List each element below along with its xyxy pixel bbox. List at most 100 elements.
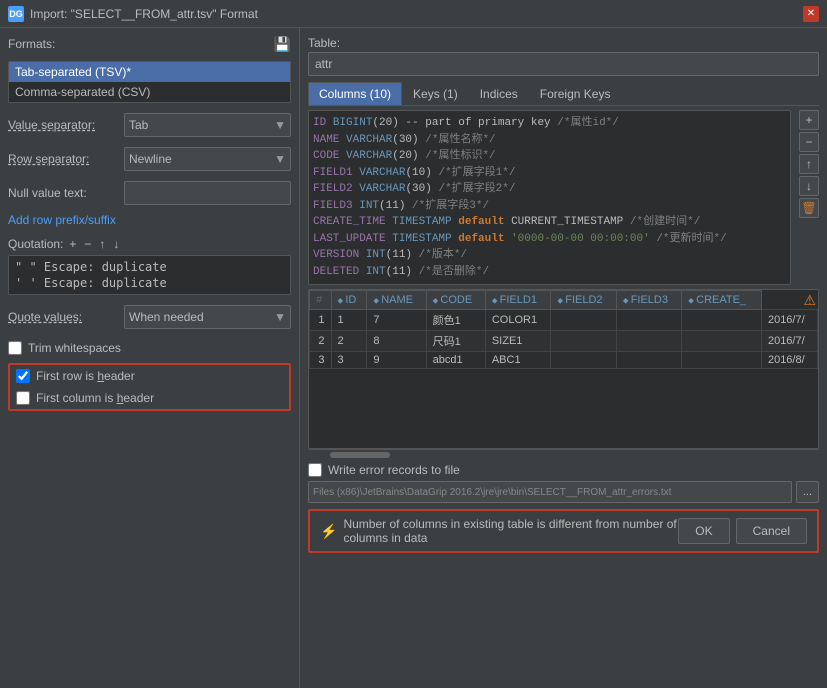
title-bar-left: DG Import: "SELECT__FROM_attr.tsv" Forma… (8, 6, 258, 22)
quotation-header: Quotation: + − ↑ ↓ (8, 237, 291, 251)
sql-line: CODE VARCHAR(20) /*属性标识*/ (313, 148, 786, 165)
format-item-tsv[interactable]: Tab-separated (TSV)* (9, 62, 290, 82)
first-column-header-label: First column is header (36, 391, 154, 405)
trim-whitespaces-row: Trim whitespaces (8, 339, 291, 357)
move-down-btn[interactable]: ↓ (799, 176, 819, 196)
move-up-btn[interactable]: ↑ (799, 154, 819, 174)
table-header: ⬥ FIELD3 (616, 291, 681, 310)
sql-editor-area: ID BIGINT(20) -- part of primary key /*属… (308, 110, 819, 285)
scrollbar-thumb[interactable] (330, 452, 390, 458)
row-separator-arrow: ▼ (274, 152, 286, 166)
delete-column-btn[interactable]: 🗑 (799, 198, 819, 218)
sql-line: FIELD3 INT(11) /*扩展字段3*/ (313, 198, 786, 215)
formats-header: Formats: 💾 (8, 36, 291, 53)
row-separator-select[interactable]: Newline ▼ (124, 147, 291, 171)
format-item-csv[interactable]: Comma-separated (CSV) (9, 82, 290, 102)
left-panel: Formats: 💾 Tab-separated (TSV)* Comma-se… (0, 28, 300, 688)
table-cell: 1 (331, 310, 367, 331)
table-cell: 3 (331, 352, 367, 369)
write-error-label: Write error records to file (328, 463, 460, 477)
quotation-down-btn[interactable]: ↓ (111, 237, 121, 251)
bottom-section: Write error records to file ... ⚡ Number… (308, 463, 819, 553)
write-error-checkbox[interactable] (308, 463, 322, 477)
trim-whitespaces-checkbox[interactable] (8, 341, 22, 355)
sql-line: CREATE_TIME TIMESTAMP default CURRENT_TI… (313, 214, 786, 231)
null-value-input[interactable] (124, 181, 291, 205)
error-file-input[interactable] (308, 481, 792, 503)
window-title: Import: "SELECT__FROM_attr.tsv" Format (30, 7, 258, 21)
formats-label: Formats: (8, 37, 55, 51)
table-cell (682, 310, 762, 331)
horizontal-scrollbar[interactable] (308, 449, 819, 459)
tab-keys[interactable]: Keys (1) (402, 82, 469, 105)
save-icon[interactable]: 💾 (274, 36, 291, 53)
table-cell: ABC1 (485, 352, 551, 369)
main-content: Formats: 💾 Tab-separated (TSV)* Comma-se… (0, 28, 827, 688)
close-button[interactable]: ✕ (803, 6, 819, 22)
row-separator-label: Row separator: (8, 152, 118, 166)
app-icon: DG (8, 6, 24, 22)
table-header: ⬥ CODE (426, 291, 485, 310)
add-column-btn[interactable]: + (799, 110, 819, 130)
browse-button[interactable]: ... (796, 481, 819, 503)
table-header: ⬥ ID (331, 291, 367, 310)
row-number: 3 (310, 352, 332, 369)
value-separator-label: Value separator: (8, 118, 118, 132)
row-separator-row: Row separator: Newline ▼ (8, 147, 291, 171)
table-cell (551, 331, 616, 352)
ok-button[interactable]: OK (678, 518, 729, 544)
table-cell: 7 (367, 310, 426, 331)
table-cell: COLOR1 (485, 310, 551, 331)
first-row-header-row: First row is header (10, 365, 289, 387)
tabs-row: Columns (10) Keys (1) Indices Foreign Ke… (308, 82, 819, 106)
tab-foreign-keys[interactable]: Foreign Keys (529, 82, 622, 105)
row-separator-value: Newline (129, 152, 172, 166)
first-row-header-checkbox[interactable] (16, 369, 30, 383)
table-cell (551, 352, 616, 369)
table-label: Table: (308, 36, 819, 50)
tab-columns[interactable]: Columns (10) (308, 82, 402, 105)
sql-line: DELETED INT(11) /*是否删除*/ (313, 264, 786, 281)
warning-icon: ⚠ (803, 292, 816, 309)
table-cell: 尺码1 (426, 331, 485, 352)
first-column-header-row: First column is header (10, 387, 289, 409)
quotation-remove-btn[interactable]: − (82, 237, 93, 251)
table-cell: 2016/7/ (761, 310, 817, 331)
table-cell: 2016/7/ (761, 331, 817, 352)
table-cell: 8 (367, 331, 426, 352)
table-cell (616, 310, 681, 331)
table-header: ⬥ FIELD1 (485, 291, 551, 310)
quotation-label: Quotation: (8, 237, 63, 251)
table-cell (616, 352, 681, 369)
side-buttons: + − ↑ ↓ 🗑 (799, 110, 819, 285)
sql-line: FIELD1 VARCHAR(10) /*扩展字段1*/ (313, 165, 786, 182)
row-number: 2 (310, 331, 332, 352)
table-cell: abcd1 (426, 352, 485, 369)
bottom-bar: ⚡ Number of columns in existing table is… (308, 509, 819, 553)
quotation-up-btn[interactable]: ↑ (97, 237, 107, 251)
table-row: 339abcd1ABC12016/8/ (310, 352, 818, 369)
table-cell (682, 331, 762, 352)
remove-column-btn[interactable]: − (799, 132, 819, 152)
table-header: # (310, 291, 332, 310)
first-row-header-label: First row is header (36, 369, 135, 383)
action-buttons: OK Cancel (678, 518, 807, 544)
quotation-rows: " " Escape: duplicate ' ' Escape: duplic… (8, 255, 291, 295)
quotation-row-2: ' ' Escape: duplicate (15, 275, 284, 291)
table-cell (682, 352, 762, 369)
quote-values-select[interactable]: When needed ▼ (124, 305, 291, 329)
data-preview-container: ⚠ # ⬥ ID ⬥ NAME ⬥ CODE ⬥ FIELD1 ⬥ FIELD2… (308, 289, 819, 449)
sql-editor[interactable]: ID BIGINT(20) -- part of primary key /*属… (308, 110, 791, 285)
quotation-add-btn[interactable]: + (67, 237, 78, 251)
sql-line: NAME VARCHAR(30) /*属性名称*/ (313, 132, 786, 149)
data-preview-table: # ⬥ ID ⬥ NAME ⬥ CODE ⬥ FIELD1 ⬥ FIELD2 ⬥… (309, 290, 818, 369)
add-row-prefix-link[interactable]: Add row prefix/suffix (8, 213, 291, 227)
table-cell: 2016/8/ (761, 352, 817, 369)
cancel-button[interactable]: Cancel (736, 518, 807, 544)
tab-indices[interactable]: Indices (469, 82, 529, 105)
value-separator-select[interactable]: Tab ▼ (124, 113, 291, 137)
table-row: 117颜色1COLOR12016/7/ (310, 310, 818, 331)
table-name-input[interactable] (308, 52, 819, 76)
first-column-header-checkbox[interactable] (16, 391, 30, 405)
table-cell: 9 (367, 352, 426, 369)
